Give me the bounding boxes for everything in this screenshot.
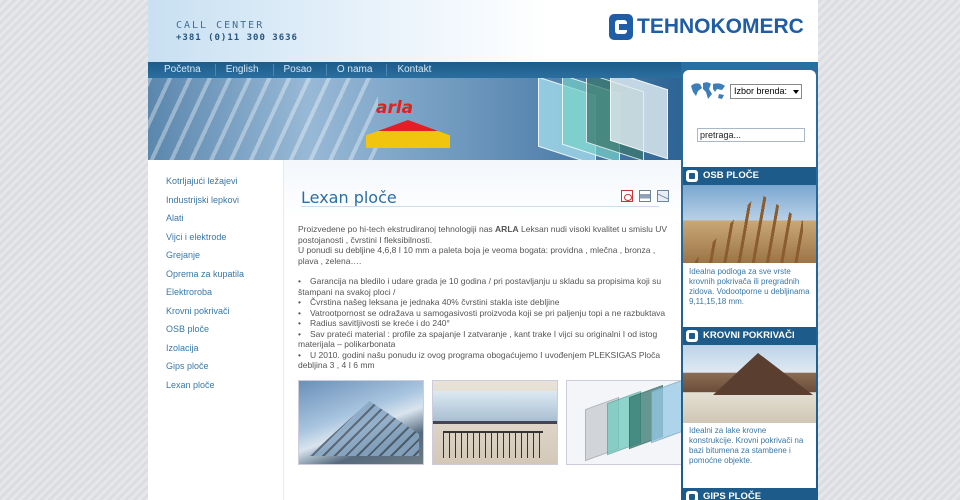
bullet-icon (686, 330, 698, 342)
sidebar-link-kotrljajuci-lezajevi[interactable]: Kotrljajući ležajevi (166, 176, 238, 186)
sidebar-item: Izolacija (148, 339, 283, 358)
sidebar-item: Elektroroba (148, 283, 283, 302)
photo-glass-roof-house[interactable] (298, 380, 424, 465)
photo-colored-sheets[interactable] (566, 380, 692, 465)
search-input[interactable] (697, 128, 805, 142)
intro-text: Proizvedene po hi-tech ekstrudiranoj teh… (298, 224, 496, 234)
feature-item: Vatrootpornost se odražava u samogasivos… (298, 308, 668, 319)
promo-header-krovni[interactable]: KROVNI POKRIVAČI (683, 327, 816, 345)
nav-item-pocetna[interactable]: Početna (164, 64, 216, 76)
intro-line2: U ponudi su debljine 4,6,8 I 10 mm a pal… (298, 245, 656, 266)
sidebar-item: Krovni pokrivači (148, 302, 283, 321)
nav-item-posao[interactable]: Posao (284, 64, 327, 76)
world-map-icon (691, 82, 725, 99)
arla-roof-icon (366, 120, 450, 148)
promo-image-krovni[interactable] (683, 345, 816, 423)
title-divider (301, 206, 659, 207)
right-panel: Izbor brenda: OSB PLOČE Idealna podloga … (683, 70, 816, 500)
nav-item-o-nama[interactable]: O nama (337, 64, 388, 76)
banner-stripes (148, 78, 378, 160)
sidebar-link-lexan-ploce[interactable]: Lexan ploče (166, 380, 215, 390)
site-logo[interactable]: TEHNOKOMERC (609, 14, 804, 40)
photo-balcony-canopy[interactable] (432, 380, 558, 465)
sidebar-link-industrijski-lepkovi[interactable]: Industrijski lepkovi (166, 195, 239, 205)
photo-gallery (298, 380, 692, 465)
intro-brand: ARLA (495, 224, 519, 234)
sidebar-link-oprema-za-kupatila[interactable]: Oprema za kupatila (166, 269, 244, 279)
arla-logo: arla (366, 96, 450, 148)
sidebar-link-alati[interactable]: Alati (166, 213, 184, 223)
header: CALL CENTER +381 (0)11 300 3636 TEHNOKOM… (148, 0, 818, 62)
sidebar-link-izolacija[interactable]: Izolacija (166, 343, 199, 353)
call-center-number: +381 (0)11 300 3636 (176, 33, 298, 43)
page-tools (621, 190, 669, 202)
call-center-label: CALL CENTER (176, 20, 265, 31)
promo-text-osb: Idealna podloga za sve vrste krovnih pok… (689, 267, 810, 306)
sidebar-item: Lexan ploče (148, 376, 283, 395)
sidebar-item: Vijci i elektrode (148, 228, 283, 247)
chevron-down-icon (793, 90, 799, 94)
feature-item: Radius savitljivosti se kreće i do 240° (298, 318, 668, 329)
sidebar: Kotrljajući ležajevi Industrijski lepkov… (148, 160, 283, 500)
sidebar-link-gips-ploce[interactable]: Gips ploče (166, 361, 209, 371)
sidebar-item: Kotrljajući ležajevi (148, 172, 283, 191)
promo-image-osb[interactable] (683, 185, 816, 263)
promo-title: OSB PLOČE (703, 170, 759, 181)
main-content: Lexan ploče Proizvedene po hi-tech ekstr… (283, 160, 692, 500)
sidebar-item: Alati (148, 209, 283, 228)
feature-item: Sav prateći material : profile za spajan… (298, 329, 668, 350)
feature-item: Čvrstina našeg leksana je jednaka 40% čv… (298, 297, 668, 308)
print-icon[interactable] (639, 190, 651, 202)
banner: arla (148, 78, 681, 160)
feature-list: Garancija na bledilo i udare grada je 10… (298, 276, 668, 371)
bullet-icon (686, 170, 698, 182)
call-center: CALL CENTER +381 (0)11 300 3636 (176, 20, 298, 43)
sidebar-link-osb-ploce[interactable]: OSB ploče (166, 324, 209, 334)
sidebar-item: Gips ploče (148, 357, 283, 376)
sidebar-item: Oprema za kupatila (148, 265, 283, 284)
main-nav: Početna English Posao O nama Kontakt (148, 62, 681, 78)
article-body: Proizvedene po hi-tech ekstrudiranoj teh… (298, 224, 668, 371)
promo-text-krovni: Idealni za lake krovne konstrukcije. Kro… (689, 426, 804, 465)
nav-item-kontakt[interactable]: Kontakt (397, 64, 445, 76)
intro-paragraph: Proizvedene po hi-tech ekstrudiranoj teh… (298, 224, 668, 266)
right-column: Izbor brenda: OSB PLOČE Idealna podloga … (681, 62, 818, 500)
sidebar-link-krovni-pokrivaci[interactable]: Krovni pokrivači (166, 306, 230, 316)
nav-item-english[interactable]: English (226, 64, 274, 76)
promo-title: GIPS PLOČE (703, 491, 762, 500)
arla-logo-text: arla (376, 98, 414, 118)
brand-select-value: Izbor brenda: (734, 86, 788, 96)
pdf-icon[interactable] (621, 190, 633, 202)
feature-item: U 2010. godini našu ponudu iz ovog progr… (298, 350, 668, 371)
sidebar-item: Grejanje (148, 246, 283, 265)
logo-text: TEHNOKOMERC (637, 15, 804, 38)
promo-header-gips[interactable]: GIPS PLOČE (683, 488, 816, 500)
sidebar-link-elektroroba[interactable]: Elektroroba (166, 287, 212, 297)
polycarbonate-sheets-image (528, 78, 678, 160)
promo-title: KROVNI POKRIVAČI (703, 330, 795, 341)
promo-header-osb[interactable]: OSB PLOČE (683, 167, 816, 185)
logo-mark-icon (609, 14, 633, 40)
page-title: Lexan ploče (301, 188, 397, 207)
feature-item: Garancija na bledilo i udare grada je 10… (298, 276, 668, 297)
sidebar-link-grejanje[interactable]: Grejanje (166, 250, 200, 260)
email-icon[interactable] (657, 190, 669, 202)
sidebar-item: Industrijski lepkovi (148, 191, 283, 210)
sidebar-link-vijci-i-elektrode[interactable]: Vijci i elektrode (166, 232, 226, 242)
brand-select[interactable]: Izbor brenda: (730, 84, 802, 99)
site-container: CALL CENTER +381 (0)11 300 3636 TEHNOKOM… (148, 0, 818, 500)
sidebar-item: OSB ploče (148, 320, 283, 339)
bullet-icon (686, 491, 698, 500)
